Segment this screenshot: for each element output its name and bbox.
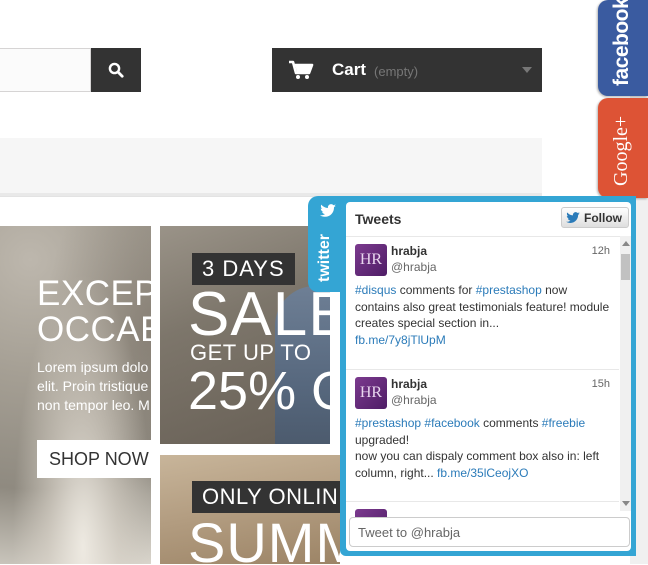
tweets-scrollbar[interactable] (620, 236, 631, 511)
homepage-slider[interactable]: EXCEPOCCAE Lorem ipsum doloelit. Proin t… (0, 226, 151, 564)
tweet-author-handle[interactable]: @hrabja (391, 260, 437, 274)
hashtag-link[interactable]: #prestashop (355, 416, 421, 430)
avatar[interactable]: HR (355, 244, 387, 276)
slider-text: Lorem ipsum dolo elit. Proin tristique non… (37, 359, 150, 413)
scrollbar-thumb[interactable] (621, 254, 630, 280)
hashtag-link[interactable]: #facebook (424, 416, 479, 430)
follow-button[interactable]: Follow (561, 207, 629, 228)
banner-heading: SUMM (188, 511, 340, 565)
tweet-item[interactable]: HR hrabja @hrabja 12h #disqus comments f… (346, 237, 619, 370)
tweet-link[interactable]: fb.me/7y8jTlUpM (355, 333, 446, 347)
shopping-cart-icon (289, 60, 314, 79)
tweet-author-name[interactable]: hrabja (391, 244, 427, 258)
banner-discount: 25% O (188, 361, 330, 421)
cart-status: (empty) (374, 63, 419, 79)
chevron-down-icon (522, 67, 532, 73)
tweet-text: #disqus comments for #prestashop now con… (355, 283, 610, 347)
scroll-down-arrow-icon[interactable] (622, 501, 630, 506)
sale-banner[interactable]: 3 DAYS SALE GET UP TO 25% O (160, 226, 330, 444)
scroll-up-arrow-icon[interactable] (622, 241, 630, 246)
facebook-tab[interactable]: facebook (598, 0, 648, 96)
googleplus-tab[interactable]: Google+ (598, 98, 648, 198)
tweet-timestamp[interactable]: 15h (592, 378, 610, 390)
twitter-label: twitter (316, 234, 333, 282)
googleplus-label: Google+ (610, 115, 632, 186)
tweet-author-handle[interactable]: @hrabja (391, 393, 437, 407)
twitter-widget: Tweets Follow HR hrabja @hrabja 12h #dis… (346, 202, 631, 551)
shop-now-button[interactable]: SHOP NOW (37, 440, 151, 478)
search-button[interactable] (91, 48, 141, 92)
search-input[interactable] (0, 48, 91, 92)
facebook-label: facebook (610, 0, 633, 86)
follow-label: Follow (584, 210, 622, 225)
twitter-tab[interactable]: twitter (308, 196, 348, 292)
tweet-timestamp[interactable]: 12h (592, 245, 610, 257)
slider-title: EXCEPOCCAE (37, 274, 151, 349)
tweet-compose-input[interactable] (349, 517, 630, 547)
banner-tag: ONLY ONLIN (192, 481, 340, 513)
search-icon (108, 62, 124, 78)
tweets-header: Tweets Follow (346, 202, 631, 237)
avatar[interactable]: HR (355, 377, 387, 409)
tweet-author-name[interactable]: hrabja (391, 377, 427, 391)
cart-button[interactable]: Cart (empty) (272, 48, 542, 92)
tweet-text: #prestashop #facebook comments #freebie u… (355, 416, 600, 480)
main-menu-bar (0, 138, 542, 196)
tweets-title: Tweets (355, 211, 402, 227)
tweet-item[interactable]: HR hrabja @hrabja 15h #prestashop #faceb… (346, 370, 619, 502)
summer-banner[interactable]: ONLY ONLIN SUMM (160, 455, 340, 564)
hashtag-link[interactable]: #disqus (355, 283, 396, 297)
twitter-bird-icon (566, 211, 580, 223)
tweet-link[interactable]: fb.me/35lCeojXO (437, 466, 528, 480)
hashtag-link[interactable]: #freebie (542, 416, 585, 430)
twitter-bird-icon (320, 204, 336, 217)
banner-heading: SALE (188, 280, 330, 349)
cart-label: Cart (332, 60, 367, 79)
hashtag-link[interactable]: #prestashop (476, 283, 542, 297)
